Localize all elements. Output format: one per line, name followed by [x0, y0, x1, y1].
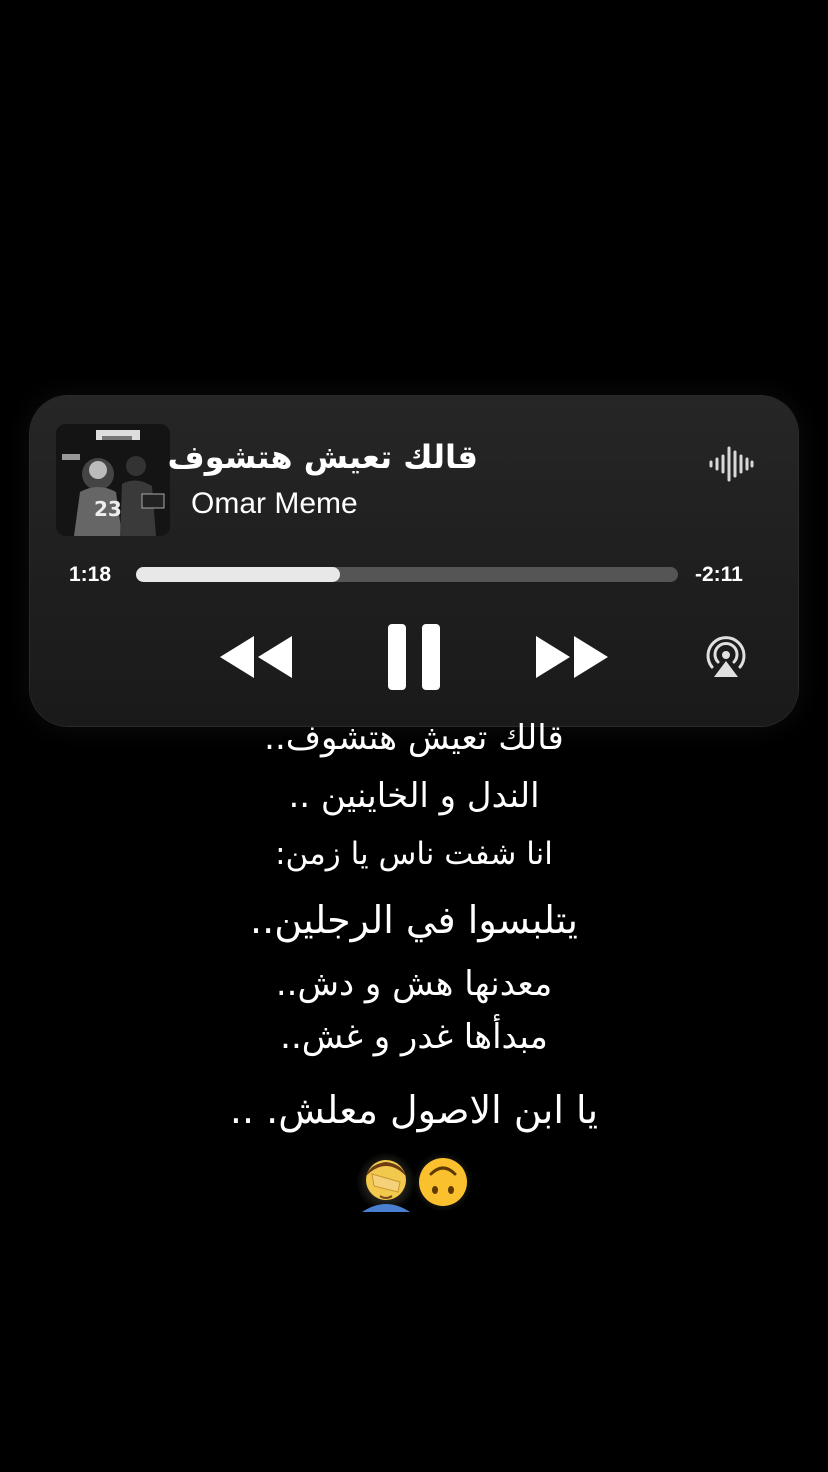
fast-forward-icon	[536, 636, 608, 678]
upside-down-face-emoji	[413, 1152, 473, 1212]
artist-name[interactable]: Omar Meme	[191, 487, 358, 521]
pause-icon	[388, 624, 440, 690]
waveform-icon	[708, 444, 754, 488]
album-art[interactable]: 23	[56, 424, 170, 536]
lyric-line-4: يتلبسوا في الرجلين..	[250, 898, 578, 942]
airplay-button[interactable]	[703, 634, 749, 684]
svg-text:23: 23	[94, 497, 122, 521]
track-title: قالك تعيش هتشوف	[167, 438, 478, 476]
emoji-row	[354, 1152, 474, 1214]
lyric-line-6: مبدأها غدر و غش..	[280, 1017, 548, 1057]
lyric-line-7: يا ابن الاصول معلش. ..	[229, 1088, 599, 1132]
pause-button[interactable]	[386, 622, 442, 696]
lyric-line-3: انا شفت ناس يا زمن:	[275, 836, 553, 872]
airplay-icon	[706, 636, 746, 677]
fast-forward-button[interactable]	[534, 634, 610, 684]
elapsed-time: 1:18	[69, 563, 112, 586]
lyric-line-1: قالك تعيش هتشوف..	[264, 718, 564, 758]
progress-scrubber[interactable]	[136, 567, 678, 582]
lyric-line-2: الندل و الخاينين ..	[288, 776, 540, 816]
remaining-time: -2:11	[695, 563, 743, 586]
face-palm-emoji	[356, 1152, 416, 1212]
progress-fill	[136, 567, 341, 582]
rewind-button[interactable]	[218, 634, 294, 684]
lyric-line-5: معدنها هش و دش..	[275, 964, 553, 1004]
rewind-icon	[220, 636, 292, 678]
